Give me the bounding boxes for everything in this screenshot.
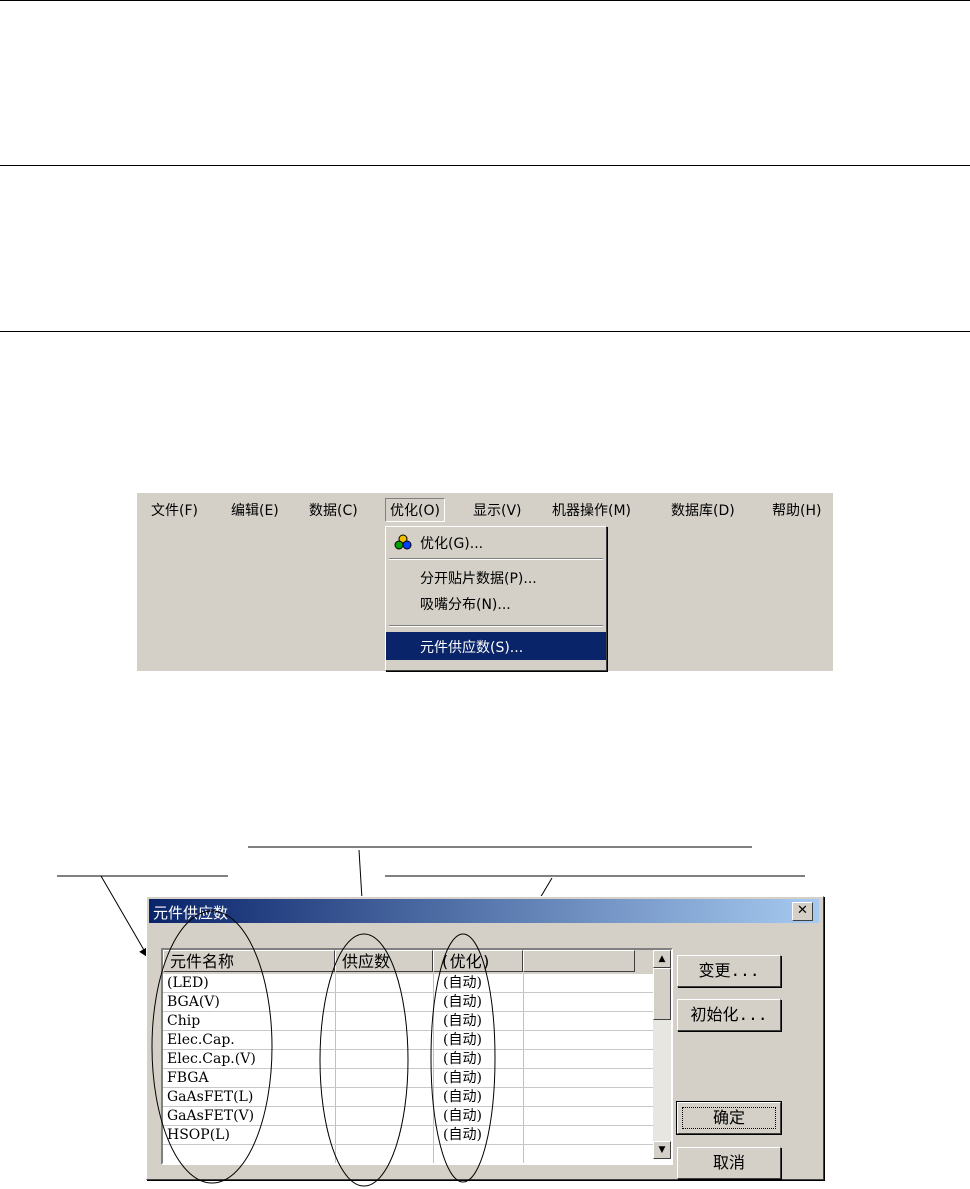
- cell-optimize: (自动): [443, 1051, 482, 1067]
- cell-name: HSOP(L): [167, 1127, 230, 1143]
- table-row[interactable]: GaAsFET(L) (自动): [163, 1088, 653, 1107]
- component-list[interactable]: 元件名称 供应数 (优化) (LED) (自动) BGA(V) (自动) Chi…: [161, 948, 673, 1165]
- cell-optimize: (自动): [443, 1032, 482, 1048]
- cell-name: Elec.Cap.(V): [167, 1051, 256, 1067]
- menu-screenshot: 文件(F) 编辑(E) 数据(C) 优化(O) 显示(V) 机器操作(M) 数据…: [137, 493, 833, 671]
- cell-name: Chip: [167, 1013, 201, 1029]
- table-row[interactable]: Elec.Cap. (自动): [163, 1031, 653, 1050]
- menu-item-label: 元件供应数(S)...: [420, 640, 524, 656]
- cell-name: GaAsFET(L): [167, 1089, 254, 1105]
- arrow-down-icon: ▼: [658, 1145, 666, 1155]
- cell-name: BGA(V): [167, 994, 220, 1010]
- top-rule: [0, 0, 970, 1]
- scroll-thumb[interactable]: [653, 968, 671, 1020]
- menu-item-label: 吸嘴分布(N)...: [420, 597, 511, 613]
- initialize-button[interactable]: 初始化...: [677, 999, 781, 1031]
- cell-optimize: (自动): [443, 1013, 482, 1029]
- table-row[interactable]: BGA(V) (自动): [163, 993, 653, 1012]
- column-header-supply[interactable]: 供应数: [335, 950, 433, 972]
- menu-view[interactable]: 显示(V): [473, 500, 522, 520]
- ok-button[interactable]: 确定: [676, 1101, 782, 1135]
- cell-optimize: (自动): [443, 1089, 482, 1105]
- column-header-optimize[interactable]: (优化): [433, 950, 523, 972]
- cell-name: (LED): [167, 975, 209, 991]
- cell-name: FBGA: [167, 1070, 209, 1086]
- table-row[interactable]: (LED) (自动): [163, 974, 653, 993]
- cell-optimize: (自动): [443, 1127, 482, 1143]
- lower-rule: [0, 331, 970, 332]
- optimize-dropdown: 优化(G)... 分开贴片数据(P)... 吸嘴分布(N)... 元件供应数(S…: [385, 526, 607, 671]
- column-header-blank: [523, 950, 635, 972]
- middle-rule: [0, 165, 970, 166]
- table-row[interactable]: GaAsFET(V) (自动): [163, 1107, 653, 1126]
- arrow-up-icon: ▲: [658, 954, 666, 964]
- cell-optimize: (自动): [443, 1108, 482, 1124]
- close-button[interactable]: ✕: [792, 902, 813, 921]
- vertical-scrollbar[interactable]: ▲ ▼: [653, 950, 671, 1159]
- menu-item-split-data[interactable]: 分开贴片数据(P)...: [386, 565, 606, 589]
- menu-item-supply-count[interactable]: 元件供应数(S)...: [386, 632, 606, 660]
- table-row[interactable]: HSOP(L) (自动): [163, 1126, 653, 1145]
- menubar: 文件(F) 编辑(E) 数据(C) 优化(O) 显示(V) 机器操作(M) 数据…: [137, 493, 833, 527]
- menu-item-nozzle[interactable]: 吸嘴分布(N)...: [386, 591, 606, 615]
- arrow-name-column: [100, 875, 149, 958]
- dialog-titlebar[interactable]: 元件供应数 ✕: [149, 899, 819, 923]
- table-row[interactable]: FBGA (自动): [163, 1069, 653, 1088]
- menu-machine[interactable]: 机器操作(M): [552, 500, 631, 520]
- optimize-icon: [394, 534, 412, 550]
- table-row[interactable]: Chip (自动): [163, 1012, 653, 1031]
- column-header-name[interactable]: 元件名称: [163, 950, 335, 972]
- menu-edit[interactable]: 编辑(E): [231, 500, 279, 520]
- cell-name: GaAsFET(V): [167, 1108, 255, 1124]
- supply-count-dialog: 元件供应数 ✕ 元件名称 供应数 (优化) (LED) (自动) BGA(V) …: [146, 896, 824, 1180]
- cell-optimize: (自动): [443, 994, 482, 1010]
- scroll-down-button[interactable]: ▼: [653, 1141, 671, 1159]
- list-header: 元件名称 供应数 (优化): [163, 950, 653, 974]
- dialog-title: 元件供应数: [153, 904, 229, 922]
- close-icon: ✕: [797, 903, 808, 918]
- table-row[interactable]: Elec.Cap.(V) (自动): [163, 1050, 653, 1069]
- ok-label: 确定: [712, 1108, 745, 1127]
- change-button[interactable]: 变更...: [677, 955, 781, 987]
- cell-optimize: (自动): [443, 975, 482, 991]
- menu-help[interactable]: 帮助(H): [772, 500, 821, 520]
- menu-separator: [389, 625, 603, 627]
- menu-optimize[interactable]: 优化(O): [385, 498, 445, 522]
- scroll-up-button[interactable]: ▲: [653, 950, 671, 968]
- menu-item-label: 分开贴片数据(P)...: [420, 571, 537, 587]
- menu-file[interactable]: 文件(F): [151, 500, 198, 520]
- menu-item-optimize[interactable]: 优化(G)...: [386, 530, 606, 554]
- menu-database[interactable]: 数据库(D): [671, 500, 735, 520]
- menu-item-label: 优化(G)...: [420, 536, 484, 552]
- cancel-button[interactable]: 取消: [677, 1147, 781, 1179]
- menu-separator: [389, 558, 603, 560]
- menu-data[interactable]: 数据(C): [309, 500, 358, 520]
- cell-optimize: (自动): [443, 1070, 482, 1086]
- cell-name: Elec.Cap.: [167, 1032, 235, 1048]
